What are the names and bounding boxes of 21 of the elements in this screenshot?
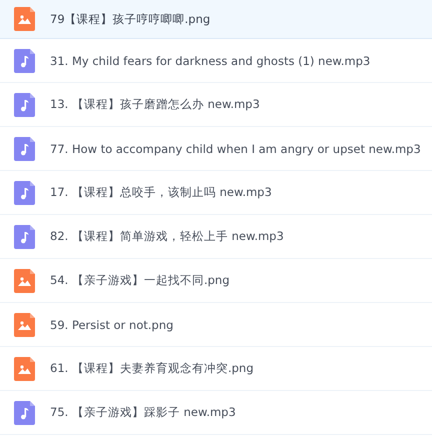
file-name: 13. 【课程】孩子磨蹭怎么办 new.mp3 bbox=[50, 97, 260, 112]
music-file-icon bbox=[14, 180, 35, 204]
music-file-icon bbox=[14, 400, 35, 424]
file-name: 54. 【亲子游戏】一起找不同.png bbox=[50, 273, 230, 288]
file-name: 82. 【课程】简单游戏，轻松上手 new.mp3 bbox=[50, 229, 284, 244]
image-file-icon bbox=[14, 268, 35, 292]
file-row[interactable]: 79【课程】孩子哼哼唧唧.png bbox=[0, 0, 432, 39]
music-file-icon bbox=[14, 224, 35, 248]
file-name: 59. Persist or not.png bbox=[50, 318, 174, 332]
music-file-icon bbox=[14, 92, 35, 116]
file-name: 17. 【课程】总咬手，该制止吗 new.mp3 bbox=[50, 185, 272, 200]
image-file-icon bbox=[14, 356, 35, 380]
file-name: 79【课程】孩子哼哼唧唧.png bbox=[50, 12, 210, 26]
image-file-icon bbox=[14, 312, 35, 336]
image-file-icon bbox=[14, 7, 35, 31]
file-name: 77. How to accompany child when I am angry or upset new.mp3 bbox=[50, 142, 421, 156]
file-name: 31. My child fears for darkness and ghosts (1) new.mp3 bbox=[50, 54, 370, 68]
music-file-icon bbox=[14, 136, 35, 160]
file-name: 75. 【亲子游戏】踩影子 new.mp3 bbox=[50, 405, 236, 420]
file-name: 61. 【课程】夫妻养育观念有冲突.png bbox=[50, 361, 254, 376]
music-file-icon bbox=[14, 48, 35, 72]
